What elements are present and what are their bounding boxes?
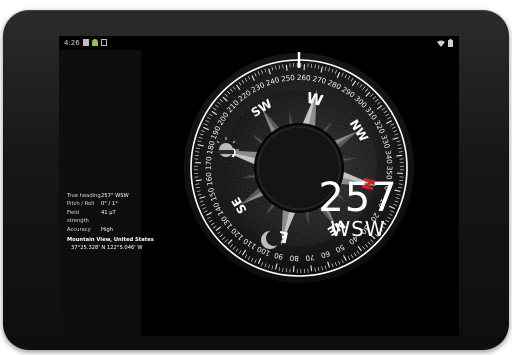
battery-icon [448,39,453,47]
heading-readout: 257 WSW [303,178,413,240]
status-bar: 4:26 [59,36,459,50]
info-label: Accuracy [67,226,91,233]
dial-tick-label: 70 [305,253,316,263]
heading-lubber-line [297,52,301,68]
dial-tick-label: 80 [289,254,299,263]
heading-direction: WSW [330,217,386,241]
info-value: 0° / 1° [101,201,118,208]
info-row-true-heading: True heading 257° WSW [67,192,154,200]
location-coordinates: 37°25.328' N 122°5.046' W [71,245,143,252]
info-value: High [101,226,113,233]
status-system-icons [437,39,453,47]
dial-tick-label: 170 [204,156,214,171]
compass-info: True heading 257° WSW Pitch / Roll 0° / … [67,192,154,253]
info-label: Field strength [67,209,89,225]
status-time: 4:26 [64,39,80,47]
info-row-accuracy: Accuracy High [67,226,154,234]
device-screen: 4:26 True heading 257° WSW Pitch / Roll … [59,36,459,336]
dial-tick-label: 260 [297,73,312,83]
location-name: Mountain View, United States [67,237,154,244]
tablet-frame: 4:26 True heading 257° WSW Pitch / Roll … [3,10,509,350]
dial-tick-label: 250 [281,73,296,84]
info-value: 41 μT [101,209,116,216]
info-row-field-strength: Field strength 41 μT [67,209,154,226]
image-notification-icon [83,39,89,46]
heading-degrees: 257 [318,175,398,221]
dial-tick-label: 160 [204,171,215,186]
dial-tick-label: 340 [384,150,395,165]
info-label: Pitch / Roll [67,201,95,208]
info-label: True heading [67,193,101,199]
download-notification-icon [101,39,107,46]
wifi-icon [437,40,445,47]
info-value: 257° WSW [101,193,129,199]
status-notification-icons [83,39,107,46]
compass-dial[interactable]: 0102030405060708090100110120130140150160… [181,50,417,286]
android-notification-icon [92,39,98,46]
info-row-pitch-roll: Pitch / Roll 0° / 1° [67,200,154,208]
